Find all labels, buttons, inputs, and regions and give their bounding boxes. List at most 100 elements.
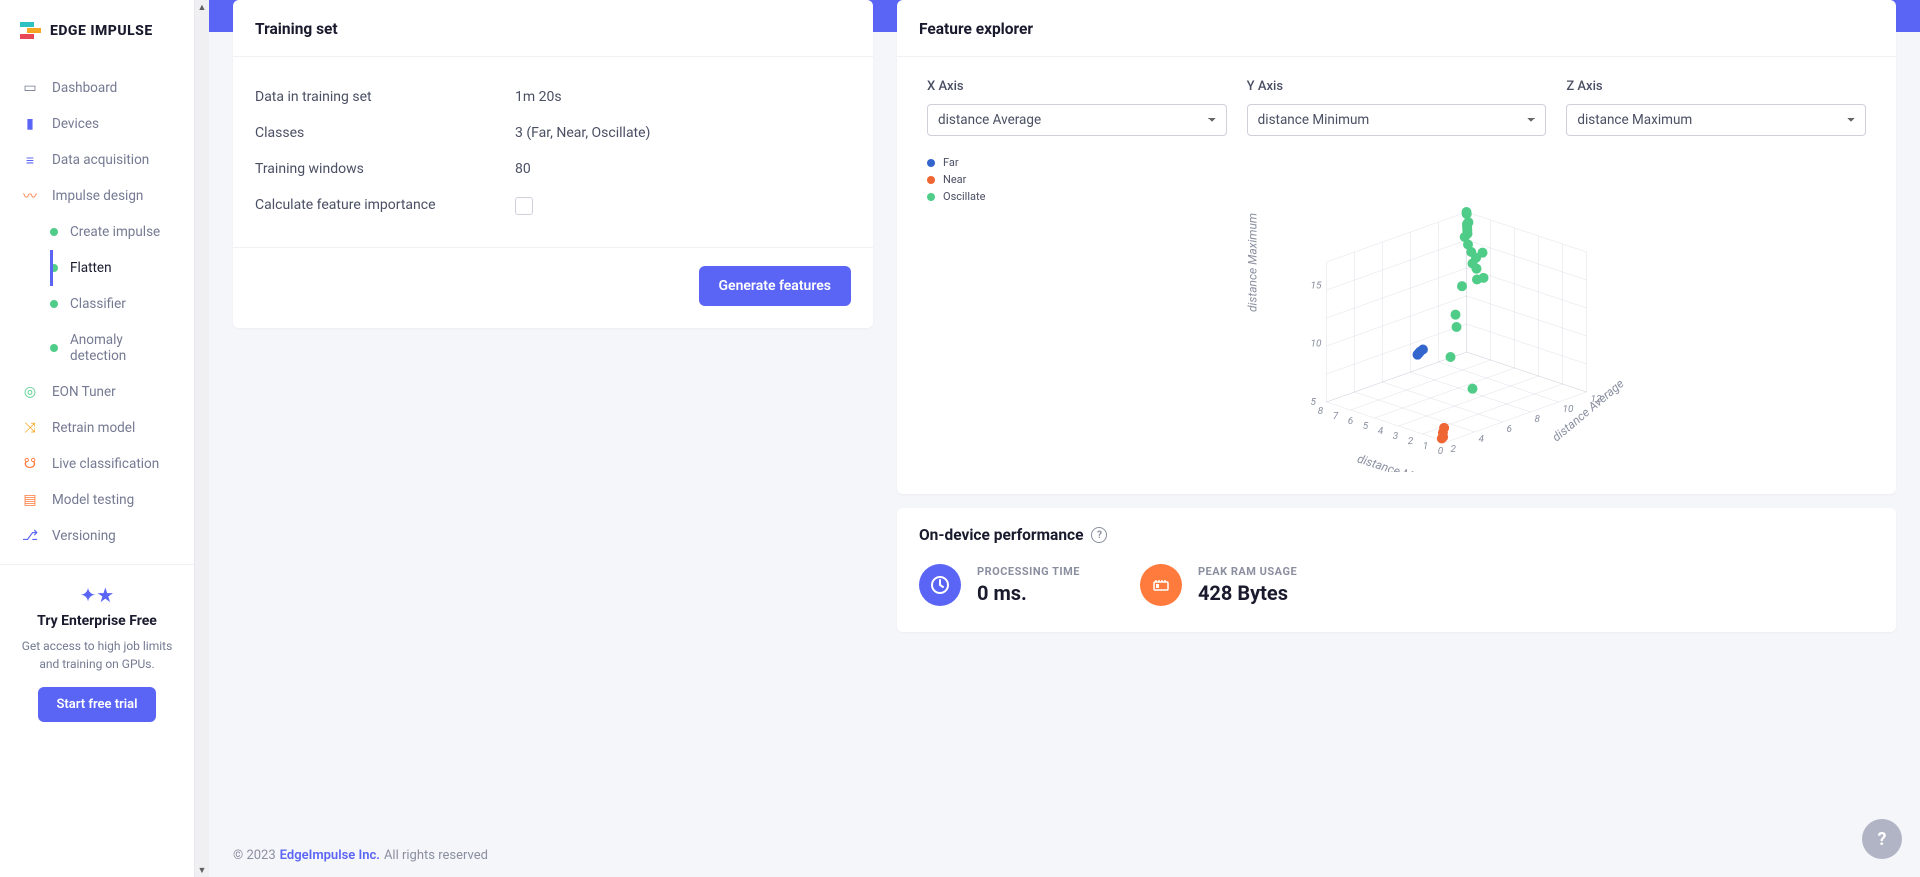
star-icon: ✦★: [14, 583, 180, 607]
svg-text:3: 3: [1393, 431, 1399, 442]
nav-model-testing[interactable]: ▤ Model testing: [0, 482, 194, 518]
perf-value: 428 Bytes: [1198, 581, 1297, 605]
nav-devices[interactable]: ▮ Devices: [0, 106, 194, 142]
legend-far[interactable]: Far: [927, 156, 987, 169]
kv-row-windows: Training windows 80: [255, 151, 851, 187]
scatter-3d-plot[interactable]: 5101524681012012345678distance Maximumdi…: [1007, 152, 1866, 472]
nav-label: EON Tuner: [52, 384, 116, 400]
generate-features-button[interactable]: Generate features: [699, 266, 852, 306]
logo[interactable]: EDGE IMPULSE: [0, 0, 194, 60]
kv-value: 3 (Far, Near, Oscillate): [515, 125, 650, 141]
nav-versioning[interactable]: ⎇Versioning: [0, 518, 194, 554]
x-axis-label: X Axis: [927, 79, 1227, 94]
kv-row-classes: Classes 3 (Far, Near, Oscillate): [255, 115, 851, 151]
svg-text:distance Average: distance Average: [1549, 376, 1626, 444]
ram-usage-metric: PEAK RAM USAGE 428 Bytes: [1140, 564, 1297, 606]
nav-retrain-model[interactable]: ⤨ Retrain model: [0, 410, 194, 446]
shuffle-icon: ⤨: [22, 420, 38, 436]
feature-importance-checkbox[interactable]: [515, 197, 533, 215]
perf-value: 0 ms.: [977, 581, 1080, 605]
svg-text:0: 0: [1438, 446, 1444, 457]
legend-near[interactable]: Near: [927, 173, 987, 186]
nav-classifier[interactable]: Classifier: [50, 286, 194, 322]
legend: Far Near Oscillate: [927, 152, 987, 472]
dot-icon: [927, 193, 935, 201]
kv-row-data: Data in training set 1m 20s: [255, 79, 851, 115]
nav-label: Devices: [52, 116, 99, 132]
scroll-down-icon[interactable]: ▼: [195, 863, 209, 877]
x-axis-select[interactable]: distance Average: [927, 104, 1227, 136]
svg-text:15: 15: [1311, 280, 1322, 291]
main: Training set Data in training set 1m 20s…: [209, 0, 1920, 877]
nav-impulse-design[interactable]: 〰 Impulse design: [0, 178, 194, 214]
enterprise-title: Try Enterprise Free: [14, 613, 180, 629]
svg-text:1: 1: [1423, 441, 1428, 452]
nav-live-classification[interactable]: ☋Live classification: [0, 446, 194, 482]
z-axis-select[interactable]: distance Maximum: [1566, 104, 1866, 136]
sidebar: EDGE IMPULSE ▭Dashboard ▮ Devices ≡ Data a…: [0, 0, 195, 877]
svg-text:8: 8: [1318, 406, 1324, 417]
chip-icon: [1140, 564, 1182, 606]
svg-text:distance Minimu…: distance Minimu…: [1356, 452, 1450, 472]
copyright: © 2023: [233, 848, 276, 863]
logo-icon: [20, 22, 42, 40]
svg-text:distance Maximum: distance Maximum: [1246, 213, 1260, 312]
dot-icon: [927, 176, 935, 184]
help-fab[interactable]: ?: [1862, 819, 1902, 859]
footer: © 2023 EdgeImpulse Inc. All rights reser…: [209, 834, 512, 877]
start-trial-button[interactable]: Start free trial: [38, 687, 155, 722]
footer-link[interactable]: EdgeImpulse Inc.: [280, 848, 380, 863]
svg-text:6: 6: [1348, 416, 1353, 427]
dot-icon: [50, 300, 58, 308]
y-axis-label: Y Axis: [1247, 79, 1547, 94]
kv-label: Training windows: [255, 161, 515, 177]
svg-text:5: 5: [1311, 397, 1317, 408]
svg-text:7: 7: [1333, 411, 1339, 422]
sub-nav: Create impulse Flatten Classifier Anomal…: [0, 214, 194, 374]
devices-icon: ▮: [22, 116, 38, 132]
nav-label: Model testing: [52, 492, 134, 508]
z-axis-label: Z Axis: [1566, 79, 1866, 94]
nav-label: Impulse design: [52, 188, 143, 204]
nav-label: Live classification: [52, 456, 159, 472]
clock-icon: [919, 564, 961, 606]
svg-text:4: 4: [1378, 426, 1384, 437]
svg-text:2: 2: [1451, 444, 1457, 455]
kv-value: 80: [515, 161, 531, 177]
training-set-card: Training set Data in training set 1m 20s…: [233, 0, 873, 328]
nav-label: Versioning: [52, 528, 116, 544]
nav-label: Flatten: [70, 260, 112, 276]
nav-create-impulse[interactable]: Create impulse: [50, 214, 194, 250]
database-icon: ≡: [22, 152, 38, 168]
kv-label: Calculate feature importance: [255, 197, 515, 215]
nav-label: Create impulse: [70, 224, 160, 240]
nav-flatten[interactable]: Flatten: [50, 250, 194, 286]
nav-label: Anomaly detection: [70, 332, 172, 364]
nav-dashboard[interactable]: ▭Dashboard: [0, 70, 194, 106]
legend-oscillate[interactable]: Oscillate: [927, 190, 987, 203]
nav-label: Retrain model: [52, 420, 135, 436]
dot-icon: [50, 344, 58, 352]
clipboard-icon: ▤: [22, 492, 38, 508]
nav-data-acquisition[interactable]: ≡ Data acquisition: [0, 142, 194, 178]
logo-text: EDGE IMPULSE: [50, 23, 153, 39]
nav-label: Data acquisition: [52, 152, 149, 168]
svg-text:10: 10: [1311, 339, 1322, 350]
pulse-icon: 〰: [22, 188, 38, 204]
performance-card: On-device performance ? PROCESSING TIME …: [897, 508, 1896, 632]
perf-label: PROCESSING TIME: [977, 565, 1080, 578]
scroll-up-icon[interactable]: ▲: [195, 0, 209, 14]
footer-rest: All rights reserved: [384, 848, 488, 863]
help-icon[interactable]: ?: [1091, 527, 1107, 543]
feature-explorer-title: Feature explorer: [897, 0, 1896, 57]
dot-icon: [50, 228, 58, 236]
y-axis-select[interactable]: distance Minimum: [1247, 104, 1547, 136]
nav-anomaly-detection[interactable]: Anomaly detection: [50, 322, 194, 374]
training-set-title: Training set: [233, 0, 873, 57]
kv-value: 1m 20s: [515, 89, 562, 105]
sidebar-scrollbar[interactable]: ▲ ▼: [195, 0, 209, 877]
nav-eon-tuner[interactable]: ◎EON Tuner: [0, 374, 194, 410]
svg-text:4: 4: [1479, 434, 1485, 445]
dashboard-icon: ▭: [22, 80, 38, 96]
svg-text:8: 8: [1535, 414, 1541, 425]
